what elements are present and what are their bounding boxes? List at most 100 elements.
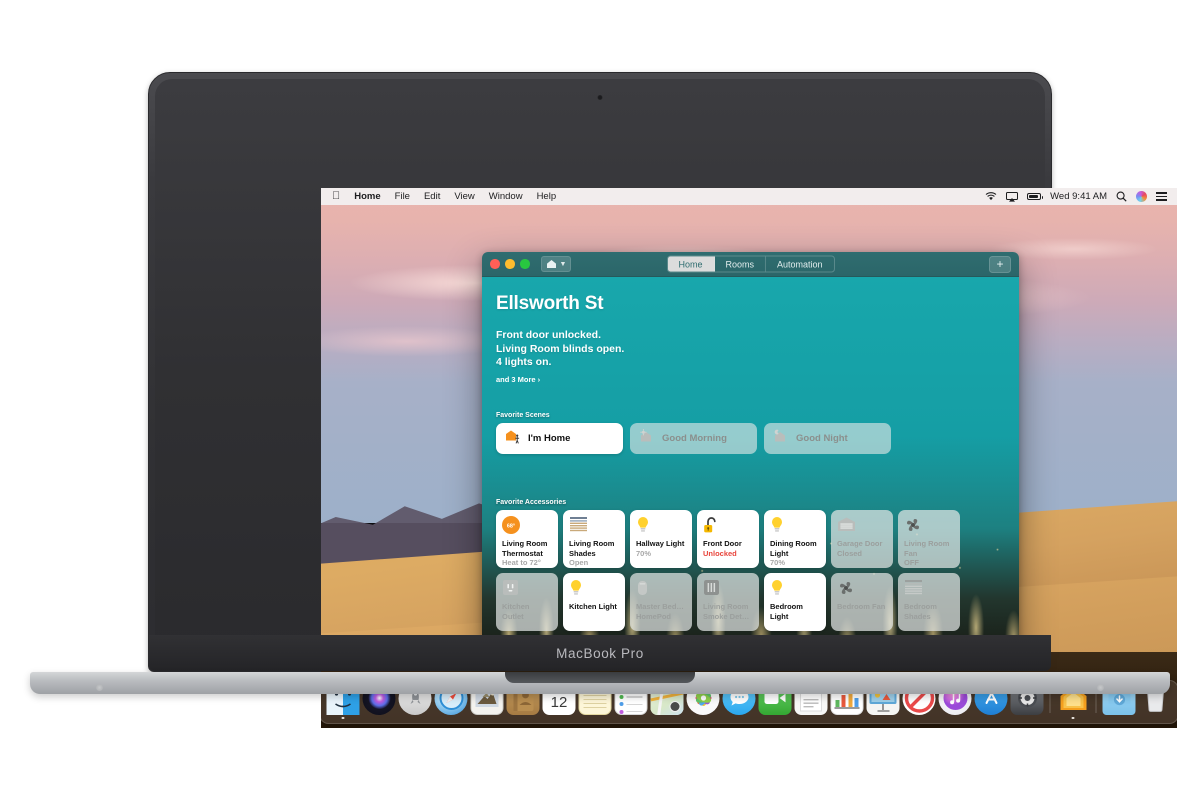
accessory-tile-kitchen-light[interactable]: Kitchen Light [563,573,625,631]
accessory-name: Front Door [703,539,742,548]
siri-icon[interactable] [1136,191,1147,202]
list-icon[interactable] [1156,192,1167,201]
menu-item-file[interactable]: File [388,188,417,205]
bulb-icon [770,579,820,599]
house-moon-icon [773,429,790,449]
smoke-detector-icon [703,579,753,599]
homepod-icon [636,579,686,599]
accessory-status: HomePod [636,611,672,621]
and-more-link[interactable]: and 3 More › [496,375,1005,384]
favorite-accessories-label: Favorite Accessories [496,499,567,506]
status-line-1: Front door unlocked. [496,329,601,341]
outlet-icon [502,579,552,599]
accessory-tile-living-room-thermostat[interactable]: 68° Living Room Thermostat Heat to 72° [496,510,558,568]
menu-item-home[interactable]: Home [347,188,387,205]
accessory-name: Living Room Fan [904,539,950,558]
battery-icon[interactable] [1027,193,1044,200]
accessory-tile-dining-room-light[interactable]: Dining Room Light 70% [764,510,826,568]
accessory-name: Dining Room Light [770,539,817,558]
accessory-status: Open [569,558,589,567]
fan-icon [837,579,887,599]
menu-item-edit[interactable]: Edit [417,188,447,205]
favorite-scenes-label: Favorite Scenes [496,412,550,419]
accessory-tile-bedroom-fan[interactable]: Bedroom Fan [831,573,893,631]
accessory-tile-bedroom-shades[interactable]: Bedroom Shades [898,573,960,631]
accessory-tile-living-room-fan[interactable]: Living Room Fan OFF [898,510,960,568]
wifi-icon[interactable] [985,192,997,201]
add-button[interactable]: + [989,255,1011,273]
airplay-icon[interactable] [1006,191,1019,202]
menu-bar:  Home File Edit View Window Help [321,188,1177,205]
view-segmented-control: Home Rooms Automation [666,255,835,273]
house-person-icon [505,429,522,449]
accessory-tile-bedroom-light[interactable]: Bedroom Light [764,573,826,631]
accessory-status: Smoke Det… [703,611,750,621]
favorite-accessories-section: Favorite Accessories 68° Living Room The… [496,499,1008,656]
screenshot-root:  Home File Edit View Window Help [0,0,1200,800]
thermostat-icon: 68° [502,516,552,536]
accessory-status: 70% [636,548,652,558]
accessory-name: Living Room Thermostat [502,539,548,558]
shades-icon [904,579,954,599]
menu-item-view[interactable]: View [447,188,481,205]
accessory-name: Living Room Shades [569,539,615,558]
home-app-window: ▼ Home Rooms Automation + Ellsworth St F… [482,252,1019,656]
scene-tile-good-night[interactable]: Good Night [764,423,891,454]
menu-item-help[interactable]: Help [530,188,564,205]
accessory-name: Bedroom Shades [904,602,937,621]
macbook-lid:  Home File Edit View Window Help [148,72,1177,728]
accessory-status: Heat to 72° [502,558,541,567]
accessory-tile-living-room-smoke-detector[interactable]: Living Room Smoke Det… [697,573,759,631]
lid-bottom-bezel: MacBook Pro [149,635,1051,671]
macbook-base [30,672,1170,694]
scene-label: Good Night [796,433,848,444]
minimize-button[interactable] [505,259,515,269]
svg-text:68°: 68° [507,523,515,529]
close-button[interactable] [490,259,500,269]
base-foot-right [1097,684,1104,691]
accessory-tile-hallway-light[interactable]: Hallway Light 70% [630,510,692,568]
fan-icon [904,516,954,536]
zoom-button[interactable] [520,259,530,269]
home-status-summary: Front door unlocked. Living Room blinds … [496,329,1005,370]
accessory-tile-living-room-shades[interactable]: Living Room Shades Open [563,510,625,568]
home-window-body: Ellsworth St Front door unlocked. Living… [482,277,1019,656]
bulb-icon [569,579,619,599]
tab-automation[interactable]: Automation [766,257,834,272]
accessory-tile-master-bedroom-homepod[interactable]: Master Bed… HomePod [630,573,692,631]
accessory-name: Kitchen Light [569,602,617,611]
accessory-tile-kitchen-outlet[interactable]: Kitchen Outlet [496,573,558,631]
favorite-scenes-section: Favorite Scenes I'm Home Good Morning Go… [496,412,997,454]
status-line-3: 4 lights on. [496,356,552,368]
menu-item-window[interactable]: Window [482,188,530,205]
accessory-name: Garage Door [837,539,883,548]
accessory-name: Living Room [703,602,749,611]
accessory-status: Unlocked [703,548,737,558]
finder-icon [326,681,360,719]
scene-tile-im-home[interactable]: I'm Home [496,423,623,454]
accessory-name: Hallway Light [636,539,685,548]
garage-icon [837,516,887,536]
menu-bar-clock[interactable]: Wed 9:41 AM [1050,191,1107,202]
scene-label: I'm Home [528,433,571,444]
accessory-tile-front-door[interactable]: Front Door Unlocked [697,510,759,568]
facetime-camera [597,95,603,100]
base-notch [505,672,695,683]
tab-rooms[interactable]: Rooms [714,256,766,272]
base-foot-left [96,684,103,691]
accessory-name: Master Bed… [636,602,684,611]
accessory-status: Closed [837,548,863,558]
tab-home[interactable]: Home [667,256,715,272]
status-line-2: Living Room blinds open. [496,342,625,355]
apple-logo-icon[interactable]:  [328,188,347,205]
accessory-tile-garage-door[interactable]: Garage Door Closed [831,510,893,568]
unlock-icon [703,516,753,536]
scene-tile-good-morning[interactable]: Good Morning [630,423,757,454]
macbook-pro-label: MacBook Pro [556,645,644,661]
accessory-status: OFF [904,558,919,567]
scene-label: Good Morning [662,433,727,444]
traffic-lights [490,259,530,269]
window-titlebar: ▼ Home Rooms Automation + [482,252,1019,277]
search-icon[interactable] [1116,191,1127,202]
home-selector-button[interactable]: ▼ [540,256,572,272]
